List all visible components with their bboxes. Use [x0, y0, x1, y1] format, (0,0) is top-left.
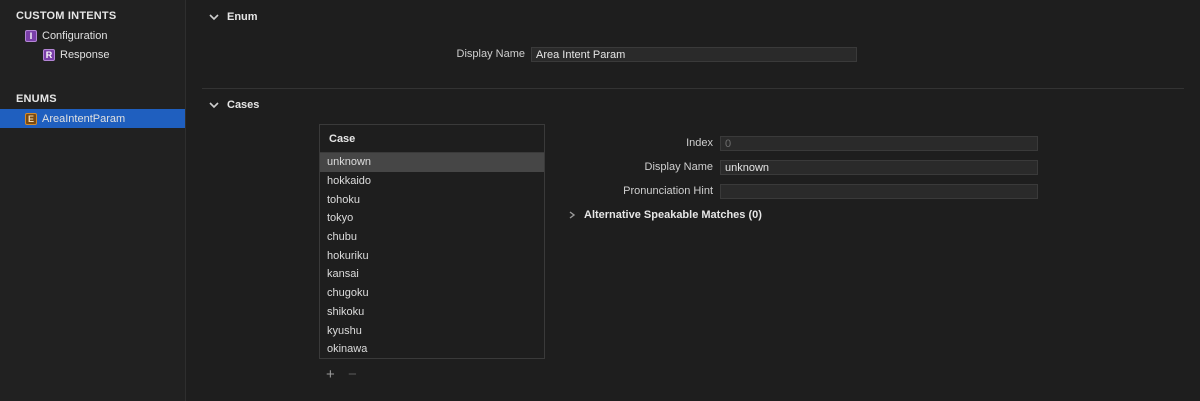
table-row[interactable]: hokkaido	[320, 172, 544, 191]
enum-section-title: Enum	[227, 11, 258, 23]
section-divider	[202, 88, 1184, 89]
table-row[interactable]: kyushu	[320, 321, 544, 340]
table-row[interactable]: kansai	[320, 265, 544, 284]
sidebar: CUSTOM INTENTS I Configuration R Respons…	[0, 0, 186, 401]
enum-icon: E	[25, 112, 37, 125]
main-editor: Enum Display Name Area Intent Param Case…	[186, 0, 1200, 401]
alternative-matches-label: Alternative Speakable Matches (0)	[584, 209, 762, 221]
sidebar-item-label: Response	[60, 48, 110, 61]
enum-display-name-field[interactable]: Area Intent Param	[531, 47, 857, 62]
sidebar-item-response[interactable]: R Response	[43, 45, 110, 64]
table-row[interactable]: shikoku	[320, 303, 544, 322]
add-case-button[interactable]: +	[326, 366, 335, 383]
index-field: 0	[720, 136, 1038, 151]
chevron-right-icon	[569, 211, 576, 219]
sidebar-item-label: Configuration	[42, 29, 108, 42]
remove-case-button[interactable]: −	[348, 366, 357, 383]
table-row[interactable]: unknown	[320, 153, 544, 172]
cases-section-toggle[interactable]: Cases	[207, 99, 259, 111]
response-icon: R	[43, 48, 55, 61]
enums-header: ENUMS	[16, 93, 57, 105]
cases-section-title: Cases	[227, 99, 260, 111]
alternative-matches-toggle[interactable]: Alternative Speakable Matches (0)	[566, 209, 762, 221]
chevron-down-icon	[209, 102, 219, 109]
table-row[interactable]: tokyo	[320, 209, 544, 228]
pronunciation-hint-label: Pronunciation Hint	[623, 185, 713, 197]
enum-display-name-label: Display Name	[456, 48, 525, 60]
custom-intents-header: CUSTOM INTENTS	[16, 10, 117, 22]
sidebar-item-configuration[interactable]: I Configuration	[25, 26, 107, 45]
case-column-header[interactable]: Case	[320, 125, 544, 153]
enum-section-toggle[interactable]: Enum	[207, 11, 258, 23]
sidebar-item-areaintentparam[interactable]: E AreaIntentParam	[0, 109, 185, 128]
table-row[interactable]: chugoku	[320, 284, 544, 303]
table-row[interactable]: okinawa	[320, 340, 544, 359]
cases-table: Case unknown hokkaido tohoku tokyo chubu…	[319, 124, 545, 359]
chevron-down-icon	[209, 14, 219, 21]
case-display-name-field[interactable]: unknown	[720, 160, 1038, 175]
intent-icon: I	[25, 29, 37, 42]
pronunciation-hint-field[interactable]	[720, 184, 1038, 199]
sidebar-item-label: AreaIntentParam	[42, 112, 126, 125]
table-row[interactable]: tohoku	[320, 190, 544, 209]
case-display-name-label: Display Name	[644, 161, 713, 173]
table-row[interactable]: hokuriku	[320, 246, 544, 265]
table-row[interactable]: chubu	[320, 228, 544, 247]
index-label: Index	[686, 137, 713, 149]
